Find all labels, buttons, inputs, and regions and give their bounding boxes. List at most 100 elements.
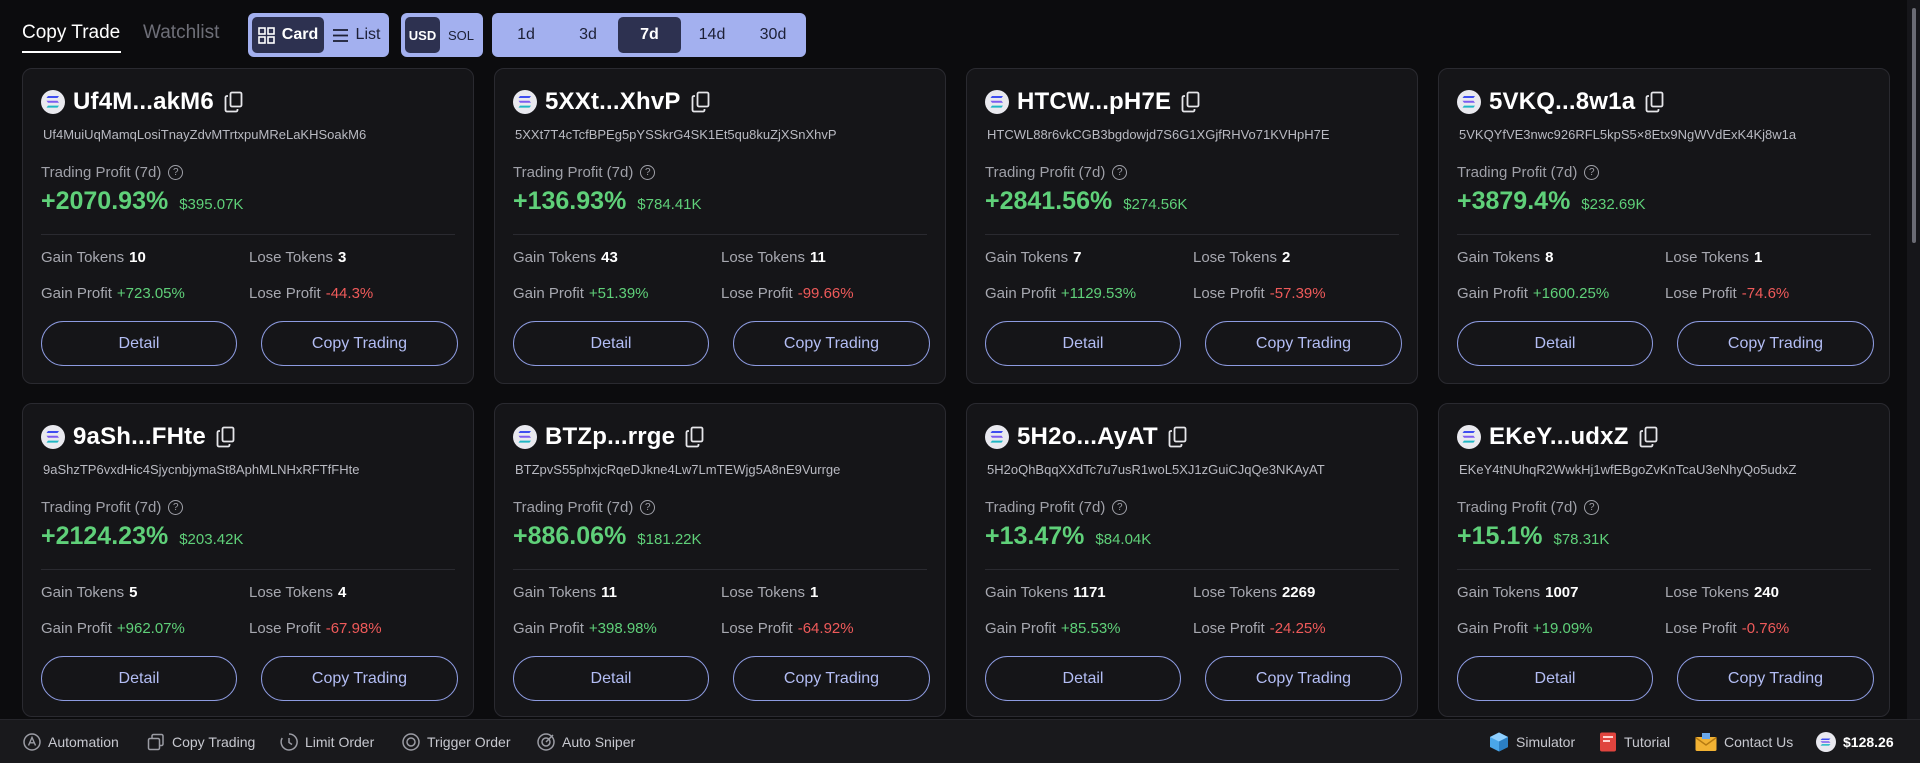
card-header: BTZp...rrge (513, 422, 705, 452)
lose-profit-stat: Lose Profit -74.6% (1665, 285, 1789, 302)
profit-usd: $203.42K (179, 531, 244, 548)
question-icon[interactable]: ? (168, 165, 184, 180)
profit-usd: $784.41K (637, 196, 702, 213)
period-14d[interactable]: 14d (682, 17, 742, 53)
period-30d[interactable]: 30d (742, 17, 804, 53)
trading-profit-text: Trading Profit (7d) (513, 164, 634, 181)
question-icon[interactable]: ? (168, 500, 184, 515)
detail-button[interactable]: Detail (513, 656, 709, 701)
usd-option[interactable]: USD (405, 17, 440, 53)
wallet-address: 5XXt7T4cTcfBPEg5pYSSkrG4SK1Et5qu8kuZjXSn… (515, 127, 837, 142)
copy-icon[interactable] (1639, 426, 1659, 448)
list-view-button[interactable]: List (326, 17, 386, 53)
lose-profit-label: Lose Profit (721, 285, 793, 302)
gain-tokens-stat: Gain Tokens 43 (513, 249, 618, 266)
copy-icon[interactable] (216, 426, 236, 448)
trading-profit-label: Trading Profit (7d) ? (41, 499, 184, 516)
list-view-label: List (355, 26, 381, 43)
detail-button[interactable]: Detail (1457, 656, 1653, 701)
lose-tokens-value: 2 (1281, 249, 1291, 266)
tab-watchlist[interactable]: Watchlist (143, 22, 219, 44)
period-1d[interactable]: 1d (496, 17, 556, 53)
copy-trading-button[interactable]: Copy Trading (1205, 656, 1402, 701)
wallet-card: Uf4M...akM6 Uf4MuiUqMamqLosiTnayZdvMTrtx… (22, 68, 474, 384)
wallet-card: BTZp...rrge BTZpvS55phxjcRqeDJkne4Lw7LmT… (494, 403, 946, 717)
card-divider (985, 569, 1399, 570)
lose-profit-label: Lose Profit (1193, 620, 1265, 637)
wallet-address: 9aShzTP6vxdHic4SjycnbjymaSt8AphMLNHxRFTf… (43, 462, 360, 477)
copy-icon[interactable] (1168, 426, 1188, 448)
lose-tokens-stat: Lose Tokens 1 (1665, 249, 1762, 266)
question-icon[interactable]: ? (1112, 500, 1128, 515)
card-divider (1457, 234, 1871, 235)
detail-button[interactable]: Detail (513, 321, 709, 366)
trading-profit-values: +886.06% $181.22K (513, 522, 702, 551)
detail-button[interactable]: Detail (985, 656, 1181, 701)
lose-profit-value: -64.92% (797, 620, 854, 637)
lose-profit-stat: Lose Profit -99.66% (721, 285, 854, 302)
profit-usd: $232.69K (1581, 196, 1646, 213)
copy-icon[interactable] (1181, 91, 1201, 113)
automation-label: Automation (48, 734, 119, 750)
wallet-name: 5VKQ...8w1a (1489, 88, 1636, 115)
copy-trading-button[interactable]: Copy Trading (733, 656, 930, 701)
copy-icon[interactable] (691, 91, 711, 113)
gain-profit-label: Gain Profit (985, 620, 1056, 637)
wallet-address: BTZpvS55phxjcRqeDJkne4Lw7LmTEWjg5A8nE9Vu… (515, 462, 841, 477)
automation-link[interactable]: Automation (22, 732, 119, 752)
scrollbar-thumb[interactable] (1912, 8, 1916, 243)
gain-profit-value: +398.98% (588, 620, 657, 637)
lose-tokens-stat: Lose Tokens 11 (721, 249, 826, 266)
copy-trading-button[interactable]: Copy Trading (261, 321, 458, 366)
detail-button[interactable]: Detail (41, 656, 237, 701)
question-icon[interactable]: ? (1112, 165, 1128, 180)
gain-profit-value: +19.09% (1532, 620, 1593, 637)
profit-percent: +136.93% (513, 187, 627, 215)
detail-button[interactable]: Detail (1457, 321, 1653, 366)
detail-button[interactable]: Detail (41, 321, 237, 366)
copy-icon[interactable] (685, 426, 705, 448)
question-icon[interactable]: ? (640, 500, 656, 515)
sol-option[interactable]: SOL (442, 17, 480, 53)
copy-trading-button[interactable]: Copy Trading (1677, 321, 1874, 366)
auto-sniper-link[interactable]: Auto Sniper (536, 732, 635, 752)
period-3d[interactable]: 3d (558, 17, 618, 53)
question-icon[interactable]: ? (1584, 165, 1600, 180)
detail-button[interactable]: Detail (985, 321, 1181, 366)
limit-order-link[interactable]: Limit Order (279, 732, 374, 752)
tutorial-link[interactable]: Tutorial (1598, 732, 1670, 752)
trading-profit-values: +13.47% $84.04K (985, 522, 1151, 551)
wallet-name: EKeY...udxZ (1489, 423, 1629, 450)
gain-tokens-label: Gain Tokens (985, 584, 1069, 601)
lose-tokens-label: Lose Tokens (1665, 249, 1749, 266)
copy-trading-button[interactable]: Copy Trading (261, 656, 458, 701)
card-view-button[interactable]: Card (252, 17, 324, 53)
contact-us-link[interactable]: Contact Us (1694, 732, 1793, 752)
copy-trading-button[interactable]: Copy Trading (1677, 656, 1874, 701)
gain-profit-value: +1129.53% (1060, 285, 1137, 302)
tab-copy-trade[interactable]: Copy Trade (22, 22, 120, 44)
copy-trading-button[interactable]: Copy Trading (733, 321, 930, 366)
trading-profit-label: Trading Profit (7d) ? (985, 499, 1128, 516)
wallet-balance[interactable]: $128.26 (1815, 732, 1894, 752)
question-icon[interactable]: ? (1584, 500, 1600, 515)
lose-tokens-stat: Lose Tokens 3 (249, 249, 346, 266)
trading-profit-values: +2070.93% $395.07K (41, 187, 243, 216)
target-icon (537, 733, 555, 751)
gain-tokens-stat: Gain Tokens 1171 (985, 584, 1106, 601)
copy-icon[interactable] (224, 91, 244, 113)
card-divider (41, 234, 455, 235)
simulator-link[interactable]: Simulator (1488, 732, 1575, 752)
card-divider (513, 569, 927, 570)
gain-profit-value: +51.39% (588, 285, 649, 302)
copy-icon[interactable] (1645, 91, 1665, 113)
solana-icon (513, 90, 537, 114)
copy-trading-link[interactable]: Copy Trading (146, 732, 255, 752)
period-7d[interactable]: 7d (618, 17, 681, 53)
gain-tokens-label: Gain Tokens (985, 249, 1069, 266)
trigger-order-link[interactable]: Trigger Order (401, 732, 511, 752)
limit-order-icon (280, 733, 298, 751)
copy-trading-button[interactable]: Copy Trading (1205, 321, 1402, 366)
question-icon[interactable]: ? (640, 165, 656, 180)
gain-tokens-label: Gain Tokens (41, 584, 125, 601)
